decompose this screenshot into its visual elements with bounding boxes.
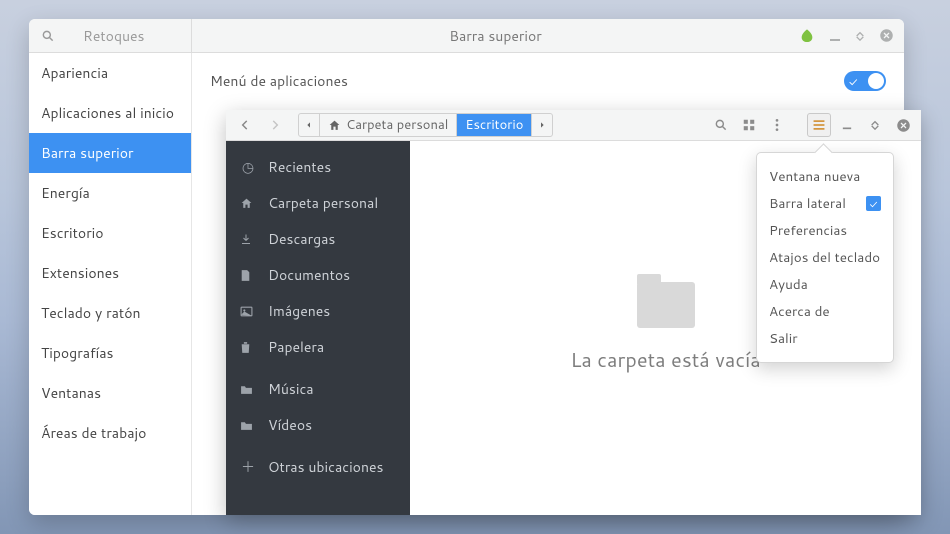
sidebar-item[interactable]: Escritorio [29, 213, 191, 253]
menu-new-window[interactable]: Ventana nueva [757, 163, 893, 190]
sidebar-item-music[interactable]: Música [226, 371, 410, 407]
sidebar-item[interactable]: Energía [29, 173, 191, 213]
sidebar-item-label: Recientes [268, 157, 331, 177]
tweaks-titlebar: Retoques Barra superior [29, 19, 904, 53]
more-menu-button[interactable] [765, 113, 789, 137]
menu-about[interactable]: Acerca de [757, 298, 893, 325]
sidebar-item-label: Descargas [268, 229, 335, 249]
path-next-icon[interactable] [532, 114, 552, 136]
clock-icon: ◷ [240, 157, 256, 177]
sidebar-item-label: Imágenes [268, 301, 330, 321]
close-icon[interactable] [879, 28, 894, 43]
path-bar: Carpeta personal Escritorio [298, 113, 553, 137]
sidebar-item-label: Papelera [268, 337, 324, 357]
app-title: Retoques [83, 26, 145, 46]
trash-icon [240, 341, 256, 354]
search-button[interactable] [709, 113, 733, 137]
sidebar-item[interactable]: Tipografías [29, 333, 191, 373]
sidebar-item-trash[interactable]: Papelera [226, 329, 410, 365]
download-icon [240, 233, 256, 245]
plus-icon: ＋ [240, 457, 256, 477]
hamburger-menu-button[interactable] [807, 113, 831, 137]
checkbox-checked-icon: ✓ [866, 196, 881, 211]
back-button[interactable] [232, 113, 258, 137]
menu-help[interactable]: Ayuda [757, 271, 893, 298]
sidebar-item-pictures[interactable]: Imágenes [226, 293, 410, 329]
sidebar-item-recent[interactable]: ◷ Recientes [226, 149, 410, 185]
hamburger-popover: Ventana nueva Barra lateral ✓ Preferenci… [756, 152, 894, 363]
sidebar-item-label: Documentos [268, 265, 350, 285]
sidebar-item-other[interactable]: ＋ Otras ubicaciones [226, 449, 410, 485]
maximize-icon[interactable] [855, 31, 865, 41]
menu-label: Ventana nueva [769, 167, 860, 186]
toggle-switch[interactable]: ✓ [844, 71, 886, 91]
path-prev-icon[interactable] [299, 114, 320, 136]
forward-button[interactable] [262, 113, 288, 137]
sidebar-item-videos[interactable]: Vídeos [226, 407, 410, 443]
sidebar-item[interactable]: Teclado y ratón [29, 293, 191, 333]
maximize-icon[interactable] [863, 113, 887, 137]
folder-icon [240, 420, 256, 431]
sidebar-item[interactable]: Apariencia [29, 53, 191, 93]
menu-label: Ayuda [769, 275, 808, 294]
menu-sidebar-toggle[interactable]: Barra lateral ✓ [757, 190, 893, 217]
sidebar-item-documents[interactable]: Documentos [226, 257, 410, 293]
search-icon[interactable] [41, 29, 55, 43]
path-home-label: Carpeta personal [346, 116, 448, 134]
sidebar-item-label: Música [268, 379, 314, 399]
document-icon [240, 269, 256, 282]
sidebar-item-label: Carpeta personal [268, 193, 378, 213]
tweaks-sidebar: AparienciaAplicaciones al inicioBarra su… [29, 53, 192, 515]
path-current-label: Escritorio [465, 116, 523, 134]
menu-label: Atajos del teclado [769, 248, 880, 267]
menu-label: Acerca de [769, 302, 830, 321]
titlebar-right [799, 28, 904, 44]
menu-shortcuts[interactable]: Atajos del teclado [757, 244, 893, 271]
path-segment-current[interactable]: Escritorio [457, 114, 532, 136]
config-row-app-menu: Menú de aplicaciones ✓ [210, 67, 886, 95]
sidebar-item-label: Vídeos [268, 415, 312, 435]
sidebar-item[interactable]: Ventanas [29, 373, 191, 413]
folder-icon [240, 384, 256, 395]
leaf-icon[interactable] [799, 28, 815, 44]
empty-folder-text: La carpeta está vacía [570, 346, 760, 374]
sidebar-item-downloads[interactable]: Descargas [226, 221, 410, 257]
home-icon [240, 197, 256, 210]
path-segment-home[interactable]: Carpeta personal [320, 114, 457, 136]
menu-preferences[interactable]: Preferencias [757, 217, 893, 244]
view-grid-button[interactable] [737, 113, 761, 137]
sidebar-item[interactable]: Extensiones [29, 253, 191, 293]
titlebar-left: Retoques [29, 19, 192, 52]
menu-label: Salir [769, 329, 797, 348]
sidebar-item[interactable]: Aplicaciones al inicio [29, 93, 191, 133]
close-icon[interactable] [891, 113, 915, 137]
files-header: Carpeta personal Escritorio [226, 110, 921, 141]
sidebar-item[interactable]: Barra superior [29, 133, 191, 173]
files-sidebar: ◷ Recientes Carpeta personal Descargas D… [226, 141, 410, 515]
sidebar-item-label: Otras ubicaciones [268, 457, 383, 477]
config-label: Menú de aplicaciones [210, 71, 348, 91]
minimize-icon[interactable] [835, 113, 859, 137]
window-title: Barra superior [192, 26, 799, 46]
minimize-icon[interactable] [829, 30, 841, 42]
image-icon [240, 306, 256, 317]
sidebar-item-home[interactable]: Carpeta personal [226, 185, 410, 221]
check-icon: ✓ [849, 73, 857, 90]
empty-folder-icon [637, 282, 695, 328]
menu-quit[interactable]: Salir [757, 325, 893, 352]
menu-label: Barra lateral [769, 194, 846, 213]
menu-label: Preferencias [769, 221, 847, 240]
sidebar-item[interactable]: Áreas de trabajo [29, 413, 191, 453]
